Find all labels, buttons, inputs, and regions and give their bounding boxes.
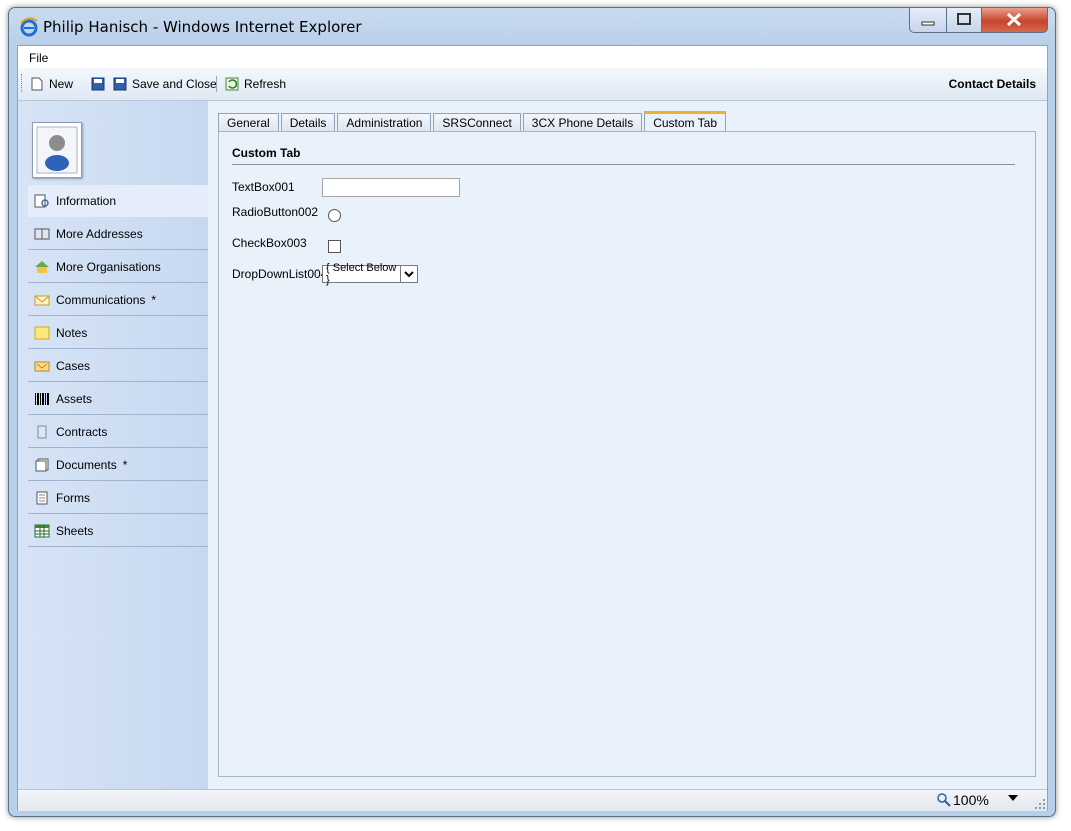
sidebar-item-sheets[interactable]: Sheets: [28, 515, 208, 547]
dropdown-label: DropDownList004: [232, 267, 328, 281]
save-icon: [91, 77, 105, 91]
sidebar-item-badge: *: [151, 292, 157, 307]
sidebar-item-cases[interactable]: Cases: [28, 350, 208, 382]
envelope-icon: [34, 293, 50, 307]
avatar: [32, 122, 82, 178]
sidebar-item-label: Cases: [56, 358, 91, 373]
save-button[interactable]: [91, 68, 110, 100]
textbox001-input[interactable]: [322, 178, 460, 197]
dropdown-selected-value: { Select Below }: [326, 262, 397, 286]
sidebar-item-label: Contracts: [56, 424, 108, 439]
sidebar-item-assets[interactable]: Assets: [28, 383, 208, 415]
internet-explorer-icon: [20, 17, 38, 37]
tab-panel: Custom Tab TextBox001 RadioButton002 Che…: [218, 131, 1036, 777]
sidebar-item-label: Documents: [56, 457, 117, 472]
save-and-close-label: Save and Close: [132, 77, 217, 91]
sidebar-item-information[interactable]: Information: [28, 185, 208, 217]
minimize-button[interactable]: [909, 8, 947, 33]
sidebar-item-label: Assets: [56, 391, 93, 406]
tab-administration[interactable]: Administration: [337, 113, 432, 132]
client-area: File New Save and Close Refresh Contact …: [17, 45, 1048, 811]
form-icon: [34, 491, 50, 505]
sidebar-item-label: Forms: [56, 490, 90, 505]
tab-custom[interactable]: Custom Tab: [644, 111, 726, 132]
tab-3cx-phone-details[interactable]: 3CX Phone Details: [522, 113, 643, 132]
radio-label: RadioButton002: [232, 205, 319, 219]
new-document-icon: [31, 77, 43, 91]
maximize-icon: [957, 13, 971, 25]
refresh-icon: [225, 77, 239, 91]
sidebar-item-documents[interactable]: Documents *: [28, 449, 208, 481]
tab-details[interactable]: Details: [280, 113, 336, 132]
new-button[interactable]: New: [30, 68, 73, 100]
toolbar: New Save and Close Refresh Contact Detai…: [18, 68, 1047, 101]
tab-strip: General Details Administration SRSConnec…: [218, 111, 728, 132]
sidebar-item-badge: *: [122, 457, 128, 472]
sidebar-item-more-addresses[interactable]: More Addresses: [28, 218, 208, 250]
section-title: Custom Tab: [232, 146, 301, 160]
barcode-icon: [34, 392, 50, 406]
close-button[interactable]: [981, 8, 1048, 33]
tab-srsconnect[interactable]: SRSConnect: [433, 113, 521, 132]
toolbar-separator: [216, 76, 217, 92]
sidebar-item-notes[interactable]: Notes: [28, 317, 208, 349]
window-title: Philip Hanisch - Windows Internet Explor…: [43, 18, 362, 36]
sidebar-item-label: Sheets: [56, 523, 94, 538]
title-bar[interactable]: Philip Hanisch - Windows Internet Explor…: [9, 8, 1055, 46]
sidebar: Information More Addresses More Organisati…: [18, 101, 208, 789]
chevron-down-icon: [1008, 795, 1018, 801]
tab-general[interactable]: General: [218, 113, 279, 132]
zoom-dropdown-button[interactable]: [1008, 793, 1018, 805]
checkbox003[interactable]: [328, 240, 341, 253]
zoom-control[interactable]: 100%: [937, 792, 989, 808]
refresh-label: Refresh: [244, 77, 287, 91]
status-bar: 100%: [18, 789, 1047, 811]
sidebar-item-label: More Addresses: [56, 226, 143, 241]
refresh-button[interactable]: Refresh: [225, 68, 286, 100]
radiobutton002[interactable]: [328, 209, 341, 222]
resize-grip-icon[interactable]: [1034, 798, 1046, 810]
menu-file[interactable]: File: [29, 51, 48, 65]
main-content: General Details Administration SRSConnec…: [208, 101, 1047, 789]
sidebar-item-more-organisations[interactable]: More Organisations: [28, 251, 208, 283]
new-label: New: [49, 77, 74, 91]
chevron-down-icon[interactable]: [400, 266, 417, 282]
contract-icon: [34, 425, 50, 439]
sidebar-item-contracts[interactable]: Contracts: [28, 416, 208, 448]
save-close-icon: [113, 77, 127, 91]
spreadsheet-icon: [34, 524, 50, 538]
menu-bar: File: [18, 46, 1047, 68]
section-divider: [232, 164, 1015, 165]
checkbox-label: CheckBox003: [232, 236, 307, 250]
dropdownlist004[interactable]: { Select Below }: [322, 262, 418, 286]
save-and-close-button[interactable]: Save and Close: [113, 68, 217, 100]
documents-icon: [34, 458, 50, 472]
note-icon: [34, 326, 50, 340]
minimize-icon: [921, 21, 935, 26]
sidebar-item-forms[interactable]: Forms: [28, 482, 208, 514]
zoom-level: 100%: [953, 792, 989, 808]
browser-window: Philip Hanisch - Windows Internet Explor…: [8, 7, 1056, 817]
sidebar-item-label: Information: [56, 193, 117, 208]
address-book-icon: [34, 227, 50, 241]
contact-avatar-icon: [36, 126, 78, 174]
information-icon: [34, 194, 50, 208]
maximize-button[interactable]: [946, 8, 982, 33]
sidebar-item-communications[interactable]: Communications *: [28, 284, 208, 316]
close-icon: [1006, 12, 1022, 27]
cases-icon: [34, 359, 50, 373]
sidebar-item-label: Communications: [56, 292, 146, 307]
zoom-icon: [937, 793, 951, 807]
textbox-label: TextBox001: [232, 180, 295, 194]
toolbar-grip[interactable]: [21, 74, 24, 92]
organisation-icon: [34, 260, 50, 274]
page-title: Contact Details: [948, 77, 1036, 91]
sidebar-item-label: More Organisations: [56, 259, 161, 274]
sidebar-item-label: Notes: [56, 325, 88, 340]
